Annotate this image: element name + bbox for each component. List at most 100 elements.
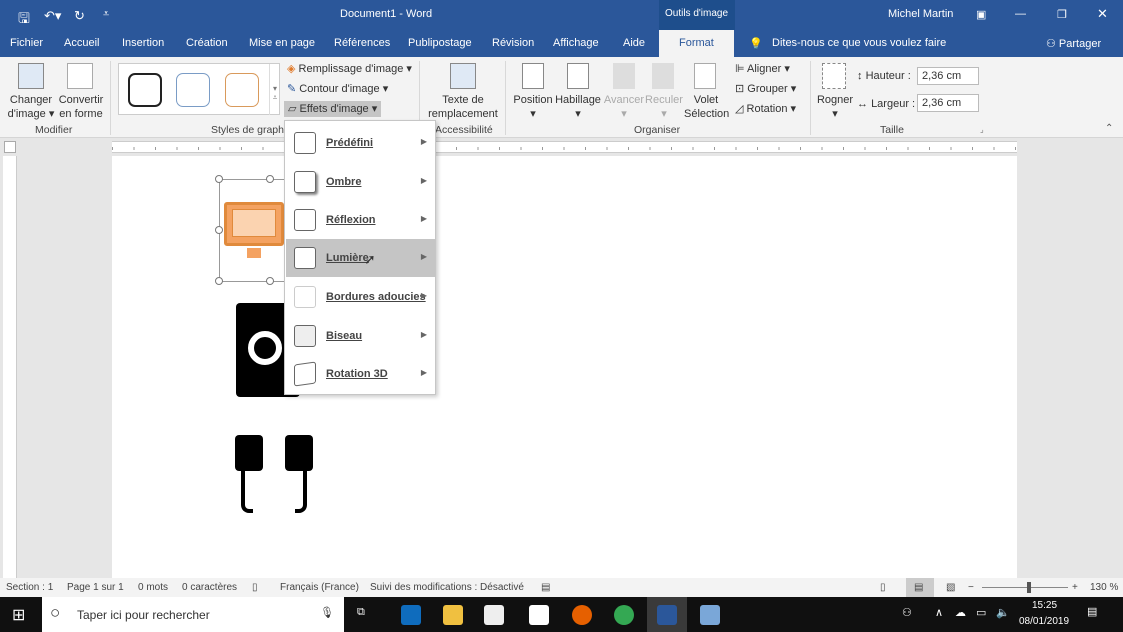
bevel-icon: [294, 325, 316, 347]
tab-accueil[interactable]: Accueil: [64, 37, 99, 49]
mail-icon[interactable]: [529, 605, 549, 625]
dialog-launcher-icon[interactable]: ⌟: [980, 125, 984, 134]
change-picture-button[interactable]: Changer d'image ▾: [6, 93, 56, 121]
gallery-scroll[interactable]: ▾ ⩡: [269, 64, 280, 115]
save-icon[interactable]: 🖫: [18, 8, 30, 32]
clock-time[interactable]: 15:25: [1032, 600, 1057, 611]
align-button[interactable]: ⊫ Aligner ▾: [735, 62, 790, 76]
notifications-icon[interactable]: ▤: [1087, 605, 1097, 618]
status-page[interactable]: Page 1 sur 1: [67, 582, 124, 593]
tell-me-input[interactable]: Dites-nous ce que vous voulez faire: [772, 37, 946, 49]
customize-icon[interactable]: ⩡: [103, 8, 109, 21]
proofing-icon[interactable]: ▯: [252, 582, 258, 593]
group-button[interactable]: ⊡ Grouper ▾: [735, 82, 796, 96]
close-button[interactable]: ✕: [1097, 6, 1108, 22]
picture-fill-button[interactable]: ◈ Remplissage d'image ▾: [287, 62, 412, 76]
menu-item-ombre[interactable]: Ombre ▶: [286, 163, 435, 201]
taskbar-search[interactable]: ○ Taper ici pour rechercher 🎙: [42, 597, 344, 632]
title-bar: 🖫 ↶▾ ↻ ⩡ Document1 - Word Outils d'image…: [0, 0, 1123, 30]
tab-references[interactable]: Références: [334, 37, 390, 49]
status-words[interactable]: 0 mots: [138, 582, 168, 593]
task-view-icon[interactable]: ⧉: [357, 606, 365, 619]
people-icon[interactable]: ⚇: [902, 606, 912, 619]
picture-effects-button[interactable]: ▱ Effets d'image ▾: [284, 101, 382, 117]
edge-icon[interactable]: [401, 605, 421, 625]
tab-format[interactable]: Format: [659, 30, 734, 57]
tab-mise-en-page[interactable]: Mise en page: [249, 37, 315, 49]
zoom-out-button[interactable]: −: [968, 582, 974, 593]
menu-item-reflexion[interactable]: Réflexion ▶: [286, 201, 435, 239]
height-icon: ↕: [857, 70, 866, 82]
alt-text-icon: [450, 63, 476, 89]
send-backward-button[interactable]: Reculer ▾: [644, 93, 684, 121]
paint-icon[interactable]: [700, 605, 720, 625]
zoom-level[interactable]: 130 %: [1090, 582, 1118, 593]
maximize-button[interactable]: ❐: [1057, 8, 1067, 21]
status-chars[interactable]: 0 caractères: [182, 582, 237, 593]
tab-aide[interactable]: Aide: [623, 37, 645, 49]
wrap-text-icon: [567, 63, 589, 89]
crop-button[interactable]: Rogner ▾: [815, 93, 855, 121]
wrap-text-button[interactable]: Habillage ▾: [555, 93, 601, 121]
tab-publipostage[interactable]: Publipostage: [408, 37, 472, 49]
bring-forward-button[interactable]: Avancer ▾: [603, 93, 645, 121]
firefox-icon[interactable]: [572, 605, 592, 625]
group-styles: Styles de graphi: [211, 124, 287, 136]
web-layout-icon[interactable]: ▧: [946, 582, 955, 593]
read-mode-icon[interactable]: ▯: [880, 582, 886, 593]
tab-creation[interactable]: Création: [186, 37, 228, 49]
show-hidden-icons[interactable]: ∧: [935, 606, 943, 619]
menu-item-predefini[interactable]: Prédéfini ▶: [286, 124, 435, 162]
ribbon: Changer d'image ▾ Convertir en forme Modif…: [0, 57, 1123, 138]
style-orange[interactable]: [225, 73, 259, 107]
redo-icon[interactable]: ↻: [74, 8, 85, 24]
menu-item-biseau[interactable]: Biseau ▶: [286, 317, 435, 355]
zoom-in-button[interactable]: +: [1072, 582, 1078, 593]
status-language[interactable]: Français (France): [280, 582, 359, 593]
menu-item-bordures-adoucies[interactable]: Bordures adoucies ▶: [286, 278, 435, 316]
macro-icon[interactable]: ▤: [541, 582, 550, 593]
tab-selector[interactable]: [4, 141, 16, 153]
ribbon-display-icon[interactable]: ▣: [976, 8, 986, 21]
convert-shape-button[interactable]: Convertir en forme: [56, 93, 106, 121]
zoom-slider-thumb[interactable]: [1027, 582, 1031, 593]
network-icon[interactable]: ▭: [976, 606, 986, 619]
tab-fichier[interactable]: Fichier: [10, 37, 43, 49]
alt-text-button[interactable]: Texte de remplacement: [425, 93, 501, 121]
status-track-changes[interactable]: Suivi des modifications : Désactivé: [370, 582, 524, 593]
tab-affichage[interactable]: Affichage: [553, 37, 599, 49]
status-section[interactable]: Section : 1: [6, 582, 53, 593]
chrome-icon[interactable]: [614, 605, 634, 625]
rotate-button[interactable]: ◿ Rotation ▾: [735, 102, 796, 116]
zoom-slider[interactable]: [982, 587, 1068, 588]
onedrive-icon[interactable]: ☁: [955, 606, 966, 619]
share-button[interactable]: ⚇ Partager: [1046, 37, 1101, 50]
word-taskbar-button[interactable]: [647, 597, 687, 632]
horizontal-ruler[interactable]: [0, 138, 1123, 156]
store-icon[interactable]: [484, 605, 504, 625]
tab-insertion[interactable]: Insertion: [122, 37, 164, 49]
user-name[interactable]: Michel Martin: [888, 8, 953, 20]
group-taille: Taille: [880, 124, 904, 136]
volume-icon[interactable]: 🔈: [996, 606, 1010, 619]
undo-icon[interactable]: ↶▾: [44, 8, 61, 24]
print-layout-icon[interactable]: ▤: [906, 578, 934, 597]
clock-date[interactable]: 08/01/2019: [1019, 616, 1069, 627]
vertical-ruler[interactable]: [3, 156, 17, 578]
collapse-ribbon-icon[interactable]: ⌃: [1105, 123, 1113, 134]
menu-item-lumiere[interactable]: Lumière ▶ ➚: [286, 239, 435, 277]
document-page[interactable]: [112, 156, 1017, 578]
selection-pane-button[interactable]: Volet Sélection: [684, 93, 729, 121]
glow-icon: [294, 247, 316, 269]
menu-item-rotation-3d[interactable]: Rotation 3D ▶: [286, 355, 435, 393]
height-input[interactable]: 2,36 cm: [917, 67, 979, 85]
width-input[interactable]: 2,36 cm: [917, 94, 979, 112]
picture-border-button[interactable]: ✎ Contour d'image ▾: [287, 82, 388, 96]
windows-start-icon[interactable]: ⊞: [12, 605, 25, 625]
file-explorer-icon[interactable]: [443, 605, 463, 625]
position-button[interactable]: Position ▾: [512, 93, 554, 121]
tab-revision[interactable]: Révision: [492, 37, 534, 49]
style-black[interactable]: [128, 73, 162, 107]
minimize-button[interactable]: —: [1015, 8, 1026, 20]
style-blue[interactable]: [176, 73, 210, 107]
